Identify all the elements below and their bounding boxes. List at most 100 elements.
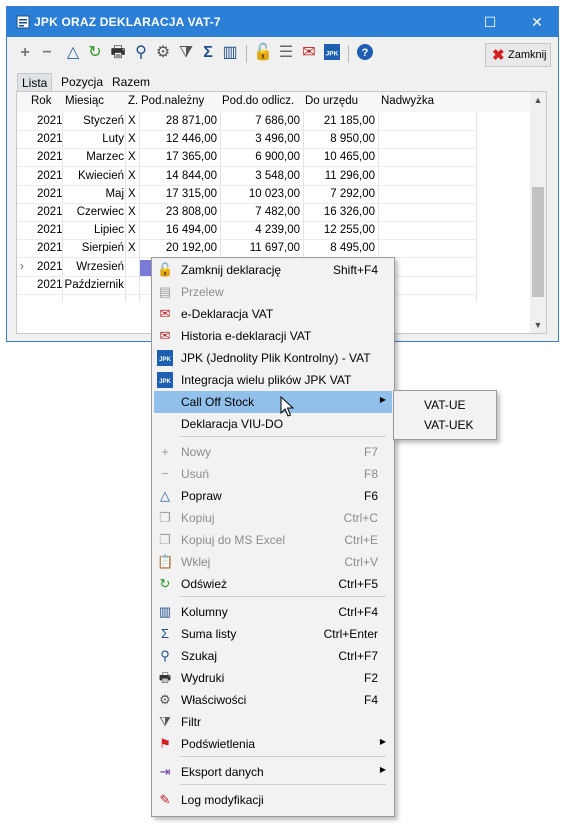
submenu-item-vat-ue[interactable]: VAT-UE xyxy=(424,398,466,412)
menu-item-kopiuj[interactable]: ❐ Kopiuj Ctrl+C xyxy=(154,507,392,529)
cell-urzad: 7 292,00 xyxy=(330,187,375,200)
jpk-icon[interactable]: JPK xyxy=(322,43,342,63)
cell-miesiac: Marzec xyxy=(86,151,124,164)
cell-miesiac: Lipiec xyxy=(93,224,124,237)
menu-item-log-modyfikacji[interactable]: ✎ Log modyfikacji xyxy=(154,789,392,811)
menu-item-filtr[interactable]: ⧩ Filtr xyxy=(154,711,392,733)
submenu-arrow-icon: ▶ xyxy=(379,737,386,746)
column-header-pod-nalezny[interactable]: Pod.należny xyxy=(141,95,204,107)
menu-item-podświetlenia[interactable]: ⚑ Podświetlenia ▶ xyxy=(154,733,392,755)
close-window-icon[interactable]: ✕ xyxy=(524,11,550,33)
menu-item-jpk-jednolity-plik-kontrolny-vat[interactable]: JPK JPK (Jednolity Plik Kontrolny) - VAT xyxy=(154,347,392,369)
search-icon[interactable]: ⚲ xyxy=(131,43,151,63)
menu-item-label: Kopiuj do MS Excel xyxy=(181,533,286,547)
menu-item-shortcut: Ctrl+E xyxy=(344,533,378,547)
menu-item-deklaracja-viu-do[interactable]: Deklaracja VIU-DO xyxy=(154,413,392,435)
export-icon: ⇥ xyxy=(159,764,171,779)
printer-icon[interactable]: 🖶 xyxy=(108,43,128,63)
menu-item-shortcut: Ctrl+Enter xyxy=(323,627,378,641)
maximize-icon[interactable]: ☐ xyxy=(477,11,503,33)
column-header-miesiac[interactable]: Miesiąc xyxy=(65,95,104,107)
cell-urzad: 12 255,00 xyxy=(323,224,375,237)
flag-icon: ⚑ xyxy=(159,736,171,751)
table-row[interactable]: 2021 Styczeń X 28 871,00 7 686,00 21 185,00 xyxy=(17,113,530,131)
minus-icon[interactable]: − xyxy=(37,43,57,63)
svg-text:JPK: JPK xyxy=(159,379,171,385)
menu-item-właściwości[interactable]: ⚙ Właściwości F4 xyxy=(154,689,392,711)
gears-icon[interactable]: ⚙ xyxy=(153,43,173,63)
vertical-scrollbar[interactable]: ▲ ▼ xyxy=(530,92,546,333)
table-row[interactable]: 2021 Lipiec X 16 494,00 4 239,00 12 255,00 xyxy=(17,222,530,241)
menu-item-kopiuj-do-ms-excel[interactable]: ❐ Kopiuj do MS Excel Ctrl+E xyxy=(154,529,392,551)
menu-item-wydruki[interactable]: 🖶 Wydruki F2 xyxy=(154,667,392,689)
menu-item-popraw[interactable]: △ Popraw F6 xyxy=(154,485,392,507)
cell-nalezny: 28 871,00 xyxy=(165,115,217,127)
plus-icon[interactable]: + xyxy=(15,43,35,63)
scroll-down-icon[interactable]: ▼ xyxy=(530,317,546,333)
menu-item-wklej[interactable]: 📋 Wklej Ctrl+V xyxy=(154,551,392,573)
menu-item-nowy[interactable]: + Nowy F7 xyxy=(154,441,392,463)
cell-rok: 2021 xyxy=(37,260,63,273)
menu-item-label: Podświetlenia xyxy=(181,737,256,751)
menu-item-e-deklaracja-vat[interactable]: ✉ e-Deklaracja VAT xyxy=(154,303,392,325)
minus-icon: − xyxy=(161,466,169,481)
toolbar-separator xyxy=(348,45,349,63)
printer-icon: 🖶 xyxy=(158,670,172,685)
menu-separator xyxy=(180,436,386,437)
cell-rok: 2021 xyxy=(37,278,63,291)
paste-icon: 📋 xyxy=(157,554,174,569)
help-icon[interactable]: ? xyxy=(355,43,375,63)
menu-item-odśwież[interactable]: ↻ Odśwież Ctrl+F5 xyxy=(154,573,392,595)
tab-razem[interactable]: Razem xyxy=(108,73,154,91)
tab-pozycja[interactable]: Pozycja xyxy=(57,73,107,91)
svg-text:?: ? xyxy=(362,47,369,59)
column-header-nadwyzka[interactable]: Nadwyżka xyxy=(381,95,434,107)
cell-rok: 2021 xyxy=(37,133,63,146)
column-header-rok[interactable]: Rok xyxy=(31,95,51,107)
menu-item-label: JPK (Jednolity Plik Kontrolny) - VAT xyxy=(181,351,371,365)
submenu-item-vat-uek[interactable]: VAT-UEK xyxy=(424,418,474,432)
scroll-up-icon[interactable]: ▲ xyxy=(530,92,546,108)
lock-icon[interactable]: 🔓 xyxy=(253,43,273,63)
close-button[interactable]: ✖ Zamknij xyxy=(485,43,551,67)
menu-item-przelew[interactable]: ▤ Przelew xyxy=(154,281,392,303)
edit-triangle-icon[interactable]: △ xyxy=(63,43,83,63)
table-row[interactable]: 2021 Czerwiec X 23 808,00 7 482,00 16 326,00 xyxy=(17,204,530,222)
edeclaration-icon: ✉ xyxy=(159,306,171,321)
menu-item-suma-listy[interactable]: Σ Suma listy Ctrl+Enter xyxy=(154,623,392,645)
table-row[interactable]: 2021 Maj X 17 315,00 10 023,00 7 292,00 xyxy=(17,186,530,204)
column-header-do-urzedu[interactable]: Do urzędu xyxy=(305,95,358,107)
submenu-arrow-icon: ▶ xyxy=(379,395,386,404)
menu-item-zamknij-deklarację[interactable]: 🔓 Zamknij deklarację Shift+F4 xyxy=(154,259,392,281)
cell-z: X xyxy=(128,133,136,146)
table-row[interactable]: 2021 Marzec X 17 365,00 6 900,00 10 465,00 xyxy=(17,149,530,168)
menu-item-historia-e-deklaracji-vat[interactable]: ✉ Historia e-deklaracji VAT xyxy=(154,325,392,347)
toolbar-separator xyxy=(246,45,247,63)
cell-nalezny: 12 446,00 xyxy=(165,133,217,146)
filter-icon[interactable]: ⧩ xyxy=(176,43,196,63)
sigma-icon[interactable]: Σ xyxy=(198,43,218,63)
table-row[interactable]: 2021 Sierpień X 20 192,00 11 697,00 8 495,00 xyxy=(17,240,530,259)
menu-item-eksport-danych[interactable]: ⇥ Eksport danych ▶ xyxy=(154,761,392,783)
cell-z: X xyxy=(128,151,136,164)
column-header-pod-do-odlicz[interactable]: Pod.do odlicz. xyxy=(222,95,294,107)
columns-icon[interactable]: ▥ xyxy=(220,43,240,63)
edeclaration-icon[interactable]: ✉ xyxy=(299,43,319,63)
menu-item-call-off-stock[interactable]: Call Off Stock ▶ xyxy=(154,391,392,413)
refresh-icon[interactable]: ↻ xyxy=(85,43,105,63)
menu-item-szukaj[interactable]: ⚲ Szukaj Ctrl+F7 xyxy=(154,645,392,667)
menu-item-shortcut: F2 xyxy=(363,671,378,685)
table-row[interactable]: 2021 Kwiecień X 14 844,00 3 548,00 11 296,00 xyxy=(17,168,530,186)
cell-rok: 2021 xyxy=(37,151,63,164)
scroll-thumb[interactable] xyxy=(532,187,544,297)
column-header-z[interactable]: Z. xyxy=(128,95,138,107)
table-row[interactable]: 2021 Luty X 12 446,00 3 496,00 8 950,00 xyxy=(17,131,530,150)
cell-nalezny: 20 192,00 xyxy=(165,242,217,255)
menu-item-usuń[interactable]: − Usuń F8 xyxy=(154,463,392,485)
menu-item-integracja-wielu-plików-jpk-vat[interactable]: JPK Integracja wielu plików JPK VAT xyxy=(154,369,392,391)
cell-odlicz: 3 548,00 xyxy=(255,169,300,182)
menu-item-label: Właściwości xyxy=(181,693,247,707)
menu-item-kolumny[interactable]: ▥ Kolumny Ctrl+F4 xyxy=(154,601,392,623)
list-icon[interactable]: ☰ xyxy=(276,43,296,63)
tab-lista[interactable]: Lista xyxy=(17,73,53,91)
